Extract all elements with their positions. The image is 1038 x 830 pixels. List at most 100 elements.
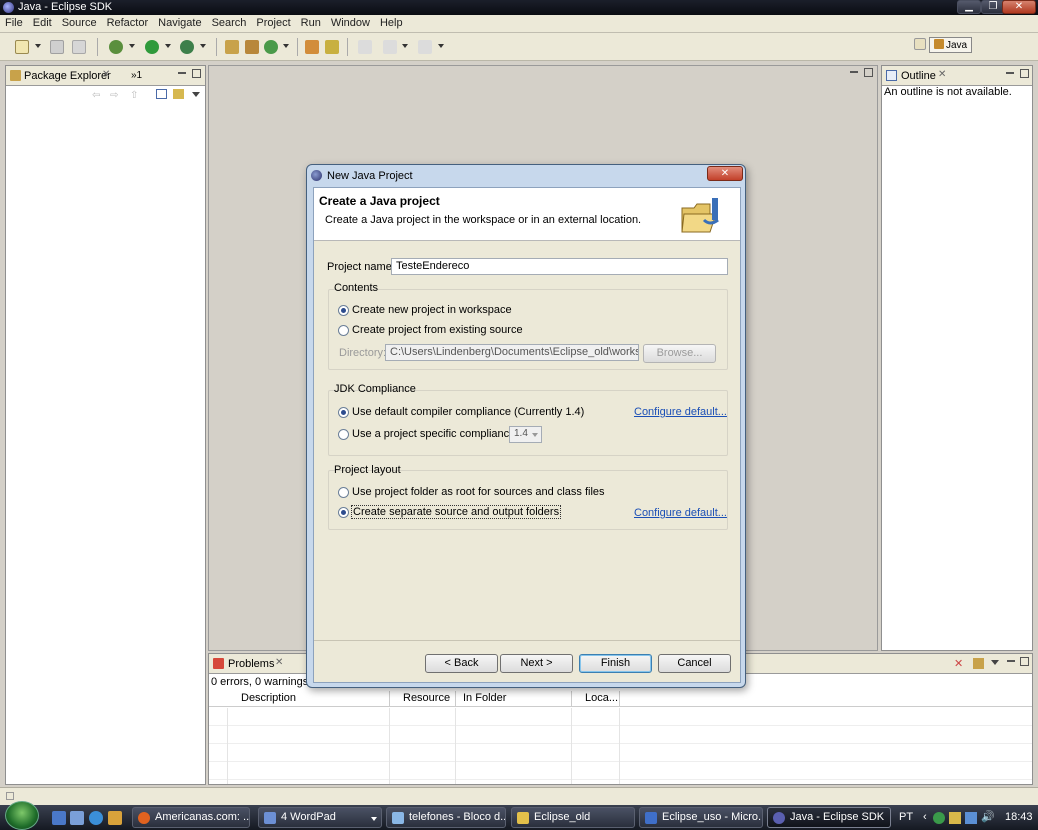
- compliance-version-select[interactable]: 1.4: [509, 426, 542, 443]
- chevron-down-icon[interactable]: [129, 44, 135, 48]
- jdk-configure-default-link[interactable]: Configure default...: [634, 406, 727, 418]
- chevron-down-icon[interactable]: [402, 44, 408, 48]
- collapse-all-icon[interactable]: [156, 89, 167, 99]
- last-edit-icon[interactable]: [358, 40, 372, 54]
- menu-navigate[interactable]: Navigate: [153, 15, 206, 29]
- back-arrow-icon[interactable]: [383, 40, 397, 54]
- debug-icon[interactable]: [109, 40, 123, 54]
- radio-default-compliance-label[interactable]: Use default compiler compliance (Current…: [352, 406, 584, 418]
- close-tab-icon[interactable]: ✕: [275, 657, 283, 668]
- print-icon[interactable]: [72, 40, 86, 54]
- radio-create-new-project[interactable]: [338, 305, 349, 316]
- tray-app-icon[interactable]: [949, 812, 961, 824]
- package-explorer-tab[interactable]: Package Explorer: [24, 70, 111, 82]
- perspective-java-button[interactable]: Java: [929, 37, 972, 53]
- column-location[interactable]: Loca...: [585, 692, 618, 704]
- save-icon[interactable]: [50, 40, 64, 54]
- open-perspective-icon[interactable]: [914, 38, 926, 50]
- taskbar-item-eclipse-uso[interactable]: Eclipse_uso - Micro...: [639, 807, 763, 828]
- close-tab-icon[interactable]: ✕: [938, 69, 946, 80]
- problems-tab[interactable]: Problems: [228, 658, 274, 670]
- up-arrow-icon[interactable]: ⇧: [130, 90, 138, 101]
- maximize-editor-icon[interactable]: [864, 68, 873, 77]
- delete-icon[interactable]: ✕: [954, 657, 963, 670]
- dialog-close-button[interactable]: ✕: [707, 166, 743, 181]
- taskbar-item-eclipse-old[interactable]: Eclipse_old: [511, 807, 635, 828]
- menu-window[interactable]: Window: [326, 15, 375, 29]
- column-description[interactable]: Description: [241, 692, 296, 704]
- tray-expand-icon[interactable]: ‹: [923, 811, 927, 823]
- radio-project-specific-compliance-label[interactable]: Use a project specific compliance:: [352, 428, 518, 440]
- taskbar-item-notepad[interactable]: telefones - Bloco d...: [386, 807, 506, 828]
- menu-project[interactable]: Project: [251, 15, 295, 29]
- new-package-icon[interactable]: [245, 40, 259, 54]
- minimize-view-icon[interactable]: [1007, 660, 1015, 662]
- next-button[interactable]: Next >: [500, 654, 573, 673]
- tray-app-icon[interactable]: [933, 812, 945, 824]
- radio-default-compliance[interactable]: [338, 407, 349, 418]
- fast-view-icon[interactable]: [6, 792, 14, 800]
- external-tools-icon[interactable]: [180, 40, 194, 54]
- link-with-editor-icon[interactable]: [173, 89, 184, 99]
- open-type-icon[interactable]: [305, 40, 319, 54]
- minimize-editor-icon[interactable]: [850, 71, 858, 73]
- maximize-view-icon[interactable]: [1020, 657, 1029, 666]
- project-name-input[interactable]: TesteEndereco: [391, 258, 728, 275]
- radio-create-from-existing[interactable]: [338, 325, 349, 336]
- directory-input[interactable]: C:\Users\Lindenberg\Documents\Eclipse_ol…: [385, 344, 639, 361]
- chevron-down-icon[interactable]: [35, 44, 41, 48]
- back-arrow-icon[interactable]: ⇦: [92, 90, 100, 101]
- minimize-view-icon[interactable]: [178, 72, 186, 74]
- start-button[interactable]: [5, 801, 39, 830]
- internet-explorer-icon[interactable]: [89, 811, 103, 825]
- show-desktop-icon[interactable]: [70, 811, 84, 825]
- radio-create-new-project-label[interactable]: Create new project in workspace: [352, 304, 512, 316]
- chevron-down-icon[interactable]: [165, 44, 171, 48]
- radio-project-folder-as-root[interactable]: [338, 487, 349, 498]
- maximize-view-icon[interactable]: [192, 69, 201, 78]
- outline-tab[interactable]: Outline: [901, 70, 936, 82]
- media-player-icon[interactable]: [108, 811, 122, 825]
- quick-launch-icon[interactable]: [52, 811, 66, 825]
- chevron-down-icon[interactable]: [438, 44, 444, 48]
- network-icon[interactable]: [965, 812, 977, 824]
- radio-separate-folders[interactable]: [338, 507, 349, 518]
- cancel-button[interactable]: Cancel: [658, 654, 731, 673]
- radio-separate-folders-label[interactable]: Create separate source and output folder…: [351, 505, 562, 519]
- menu-search[interactable]: Search: [207, 15, 252, 29]
- back-button[interactable]: < Back: [425, 654, 498, 673]
- volume-icon[interactable]: 🔊: [981, 810, 995, 823]
- language-indicator[interactable]: PT: [899, 811, 913, 823]
- radio-project-folder-as-root-label[interactable]: Use project folder as root for sources a…: [352, 486, 605, 498]
- close-button[interactable]: ✕: [1002, 0, 1036, 14]
- layout-configure-default-link[interactable]: Configure default...: [634, 507, 727, 519]
- view-overflow-indicator[interactable]: »1: [131, 70, 142, 81]
- minimize-view-icon[interactable]: [1006, 72, 1014, 74]
- menu-file[interactable]: File: [0, 15, 28, 29]
- view-menu-icon[interactable]: [991, 660, 999, 665]
- run-icon[interactable]: [145, 40, 159, 54]
- view-menu-icon[interactable]: [192, 92, 200, 97]
- finish-button[interactable]: Finish: [579, 654, 652, 673]
- new-class-icon[interactable]: [264, 40, 278, 54]
- radio-project-specific-compliance[interactable]: [338, 429, 349, 440]
- menu-refactor[interactable]: Refactor: [102, 15, 154, 29]
- filter-icon[interactable]: [973, 658, 984, 669]
- menu-source[interactable]: Source: [57, 15, 102, 29]
- new-wizard-icon[interactable]: [15, 40, 29, 54]
- taskbar-item-wordpad[interactable]: 4 WordPad: [258, 807, 382, 828]
- close-tab-icon[interactable]: ✕: [102, 69, 110, 80]
- menu-help[interactable]: Help: [375, 15, 408, 29]
- taskbar-item-eclipse-sdk[interactable]: Java - Eclipse SDK: [767, 807, 891, 828]
- browse-button[interactable]: Browse...: [643, 344, 716, 363]
- column-resource[interactable]: Resource: [403, 692, 450, 704]
- forward-arrow-icon[interactable]: ⇨: [110, 90, 118, 101]
- maximize-view-icon[interactable]: [1020, 69, 1029, 78]
- minimize-button[interactable]: ▁: [957, 0, 981, 14]
- forward-arrow-icon[interactable]: [418, 40, 432, 54]
- column-in-folder[interactable]: In Folder: [463, 692, 506, 704]
- menu-run[interactable]: Run: [296, 15, 326, 29]
- radio-create-from-existing-label[interactable]: Create project from existing source: [352, 324, 523, 336]
- chevron-down-icon[interactable]: [283, 44, 289, 48]
- chevron-down-icon[interactable]: [200, 44, 206, 48]
